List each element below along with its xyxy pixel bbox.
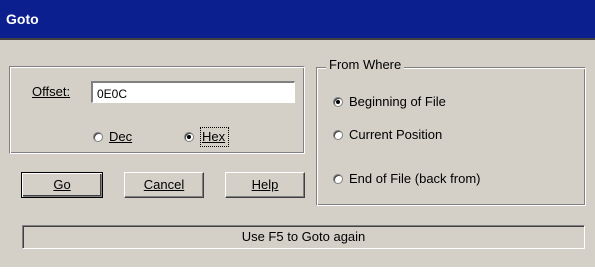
cancel-button[interactable]: Cancel bbox=[124, 172, 204, 198]
help-button[interactable]: Help bbox=[225, 172, 305, 198]
go-button[interactable]: Go bbox=[21, 172, 103, 198]
from-where-title: From Where bbox=[326, 57, 405, 72]
help-button-label: Help bbox=[251, 177, 279, 192]
dec-radio-label[interactable]: Dec bbox=[109, 129, 132, 144]
cancel-button-label: Cancel bbox=[143, 177, 185, 192]
dec-label-text: Dec bbox=[109, 129, 133, 144]
current-position-label[interactable]: Current Position bbox=[349, 127, 442, 142]
offset-label-text: Offset: bbox=[32, 84, 71, 99]
status-bar: Use F5 to Goto again bbox=[22, 225, 585, 249]
window-title: Goto bbox=[6, 11, 39, 27]
title-divider bbox=[0, 38, 595, 40]
hex-radio[interactable] bbox=[184, 132, 194, 142]
current-position-radio[interactable] bbox=[333, 130, 343, 140]
offset-input[interactable] bbox=[91, 81, 295, 103]
beginning-of-file-radio[interactable] bbox=[333, 97, 343, 107]
go-button-label: Go bbox=[53, 177, 71, 192]
goto-dialog: Goto Offset: Dec Hex From Where Beginnin… bbox=[0, 0, 595, 267]
end-of-file-radio[interactable] bbox=[333, 174, 343, 184]
end-of-file-label[interactable]: End of File (back from) bbox=[349, 171, 481, 186]
hex-radio-label[interactable]: Hex bbox=[202, 129, 225, 144]
hex-label-text: Hex bbox=[202, 129, 226, 144]
dec-radio[interactable] bbox=[93, 132, 103, 142]
title-bar[interactable]: Goto bbox=[0, 0, 595, 38]
offset-group bbox=[9, 66, 305, 154]
beginning-of-file-label[interactable]: Beginning of File bbox=[349, 94, 446, 109]
offset-label: Offset: bbox=[32, 84, 70, 99]
